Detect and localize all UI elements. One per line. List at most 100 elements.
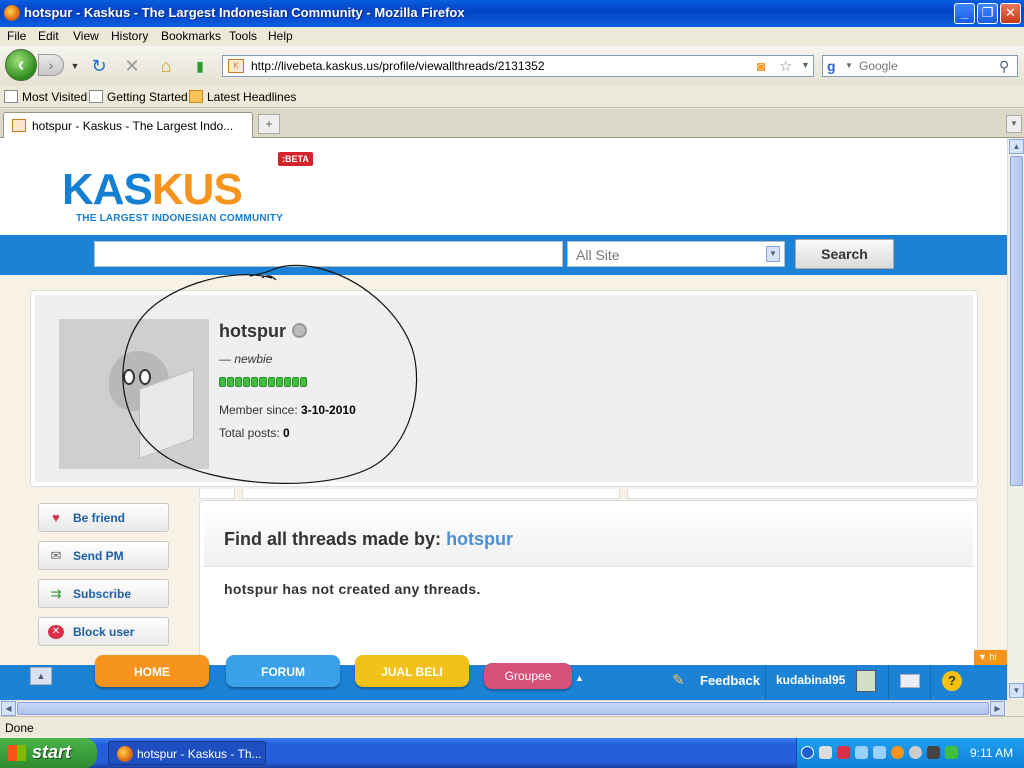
back-button[interactable]: ‹ (5, 49, 37, 81)
nav-groupee[interactable]: Groupee (484, 663, 572, 689)
url-dropdown-icon[interactable]: ▼ (801, 60, 810, 70)
web-search-bar[interactable]: g ▼ ⚲ (822, 55, 1018, 77)
minimize-button[interactable]: _ (954, 3, 975, 24)
rss-icon[interactable]: ◙ (757, 58, 765, 74)
menu-bookmarks[interactable]: Bookmarks (161, 29, 221, 43)
new-tab-button[interactable]: + (258, 114, 280, 134)
bookmark-latest-headlines[interactable]: Latest Headlines (189, 90, 296, 104)
menu-history[interactable]: History (111, 29, 148, 43)
tray-network-icon[interactable] (855, 746, 868, 759)
tray-icon-1[interactable] (819, 746, 832, 759)
site-search-input[interactable] (94, 241, 563, 267)
bookmark-getting-started[interactable]: Getting Started (89, 90, 188, 104)
search-icon[interactable]: ⚲ (999, 58, 1009, 75)
search-scope-select[interactable]: All Site ▼ (567, 241, 785, 267)
tray-icon-v[interactable] (927, 746, 940, 759)
horizontal-scrollbar[interactable]: ◀ ▶ (0, 700, 1007, 716)
search-button[interactable]: Search (795, 239, 894, 269)
beta-badge: :BETA (278, 152, 313, 166)
taskbar-firefox-item[interactable]: hotspur - Kaskus - Th... (108, 741, 266, 765)
mail-icon[interactable] (900, 674, 920, 688)
tray-icon-orange[interactable] (891, 746, 904, 759)
tray-icon-green[interactable] (945, 746, 958, 759)
menu-help[interactable]: Help (268, 29, 293, 43)
heart-icon: ♥ (52, 510, 60, 525)
vertical-scrollbar[interactable]: ▲ ▼ (1007, 138, 1024, 700)
page-icon (89, 90, 103, 103)
window-title: hotspur - Kaskus - The Largest Indonesia… (24, 5, 465, 20)
web-search-input[interactable] (859, 58, 999, 74)
scroll-up-arrow[interactable]: ▲ (1009, 139, 1024, 154)
status-bar: Done (0, 716, 1024, 738)
block-user-button[interactable]: ✕ Block user (38, 617, 169, 646)
scroll-right-arrow[interactable]: ▶ (990, 701, 1005, 716)
signal-icon[interactable]: ▮ (189, 55, 211, 77)
logo-part-2: KUS (151, 165, 243, 214)
avatar (59, 319, 209, 469)
member-since: Member since: 3-10-2010 (219, 403, 356, 417)
tab-bar: hotspur - Kaskus - The Largest Indo... +… (0, 109, 1024, 138)
collapse-arrow-icon[interactable]: ▲ (30, 667, 52, 685)
tray-shield-icon[interactable] (837, 746, 850, 759)
forward-button[interactable]: › (38, 54, 64, 76)
user-avatar-thumb[interactable] (856, 670, 876, 692)
nav-home[interactable]: HOME (95, 655, 209, 687)
folder-icon (4, 90, 18, 103)
threads-header: Find all threads made by: hotspur (204, 505, 973, 567)
windows-flag-icon (8, 745, 26, 761)
reputation-segment (275, 377, 283, 387)
stop-icon[interactable]: ✕ (121, 55, 143, 77)
windows-taskbar: start hotspur - Kaskus - Th... 9:11 AM (0, 738, 1024, 768)
status-text: Done (5, 721, 34, 735)
clock: 9:11 AM (970, 746, 1014, 760)
google-icon: g (827, 58, 836, 74)
reload-icon[interactable]: ↻ (88, 55, 110, 77)
subscribe-button[interactable]: ⇉ Subscribe (38, 579, 169, 608)
hide-bar-tab[interactable]: ▼ hi (974, 650, 1007, 665)
threads-user-link[interactable]: hotspur (446, 529, 513, 549)
menu-edit[interactable]: Edit (38, 29, 59, 43)
scroll-down-arrow[interactable]: ▼ (1009, 683, 1024, 698)
block-icon: ✕ (48, 625, 64, 639)
bookmark-most-visited[interactable]: Most Visited (4, 90, 87, 104)
reputation-segment (219, 377, 227, 387)
help-icon[interactable]: ? (942, 671, 962, 691)
vertical-scroll-thumb[interactable] (1010, 156, 1023, 486)
total-posts: Total posts: 0 (219, 426, 290, 440)
nav-forum[interactable]: FORUM (226, 655, 340, 687)
menu-tools[interactable]: Tools (229, 29, 257, 43)
start-button[interactable]: start (0, 738, 97, 768)
profile-tab-strip (199, 489, 978, 499)
groupee-expand-icon[interactable]: ▲ (575, 673, 584, 683)
tab-favicon (12, 119, 26, 132)
envelope-icon: ✉ (50, 548, 62, 563)
star-icon[interactable]: ☆ (779, 57, 792, 75)
history-dropdown-icon[interactable]: ▼ (64, 55, 86, 77)
chevron-down-icon: ▼ (766, 246, 780, 262)
reputation-segment (291, 377, 299, 387)
tray-expand-icon[interactable] (801, 746, 814, 759)
reputation-segment (243, 377, 251, 387)
tray-icon-gray[interactable] (909, 746, 922, 759)
engine-dropdown-icon[interactable]: ▼ (845, 61, 853, 70)
send-pm-button[interactable]: ✉ Send PM (38, 541, 169, 570)
feedback-link[interactable]: Feedback (700, 673, 760, 688)
horizontal-scroll-thumb[interactable] (17, 702, 989, 715)
home-icon[interactable]: ⌂ (155, 55, 177, 77)
maximize-button[interactable]: ❐ (977, 3, 998, 24)
scroll-left-arrow[interactable]: ◀ (1, 701, 16, 716)
menu-view[interactable]: View (73, 29, 99, 43)
menu-file[interactable]: File (7, 29, 26, 43)
close-button[interactable]: ✕ (1000, 3, 1021, 24)
username-link[interactable]: kudabinal95 (776, 673, 845, 687)
url-bar[interactable]: K http://livebeta.kaskus.us/profile/view… (222, 55, 814, 77)
be-friend-button[interactable]: ♥ Be friend (38, 503, 169, 532)
page-viewport: KASKUS THE LARGEST INDONESIAN COMMUNITY … (0, 138, 1007, 700)
kaskus-logo[interactable]: KASKUS THE LARGEST INDONESIAN COMMUNITY … (62, 152, 313, 224)
reputation-segment (299, 377, 308, 387)
logo-part-1: KAS (62, 165, 153, 214)
tray-network-icon-2[interactable] (873, 746, 886, 759)
tab-list-dropdown[interactable]: ▼ (1006, 115, 1022, 133)
nav-jual-beli[interactable]: JUAL BELI (355, 655, 469, 687)
browser-tab[interactable]: hotspur - Kaskus - The Largest Indo... (3, 112, 253, 138)
